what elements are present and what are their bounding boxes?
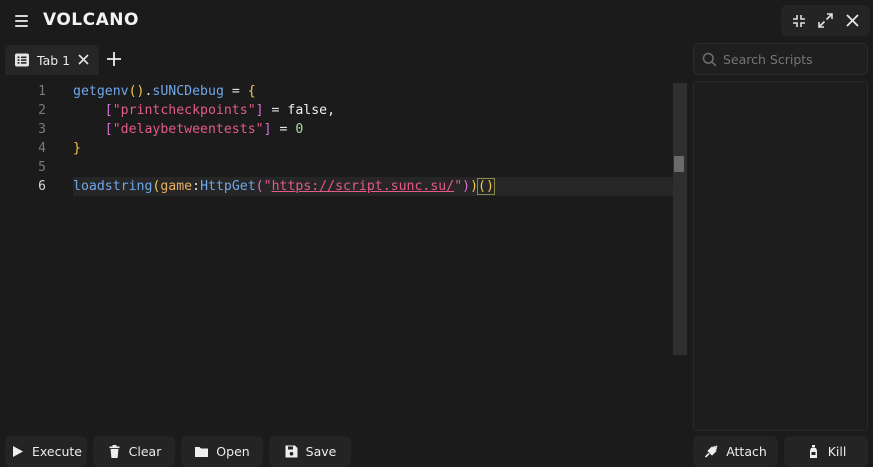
code-token: ,	[327, 103, 336, 118]
editor-scrollbar[interactable]	[673, 83, 687, 355]
search-icon	[702, 52, 717, 66]
code-token: ]	[255, 103, 264, 118]
search-box[interactable]	[693, 43, 868, 75]
code-token: ]	[263, 122, 272, 137]
kill-button[interactable]: Kill	[784, 436, 868, 467]
play-icon	[13, 446, 23, 457]
add-tab-button[interactable]	[105, 50, 123, 68]
save-button[interactable]: Save	[269, 436, 351, 467]
line-number: 1	[38, 84, 46, 99]
plug-icon	[705, 445, 718, 458]
trash-icon	[109, 445, 120, 458]
code-line[interactable]	[73, 158, 673, 177]
attach-button[interactable]: Attach	[693, 436, 778, 467]
line-number: 6	[38, 179, 46, 194]
code-token: {	[247, 84, 256, 99]
line-number: 5	[38, 160, 46, 175]
code-token: =	[223, 84, 248, 99]
script-list[interactable]	[693, 81, 868, 431]
maximize-button[interactable]	[815, 10, 837, 32]
code-token: ()	[128, 84, 145, 99]
tab-close-icon[interactable]	[77, 53, 90, 66]
menu-icon-line	[14, 20, 28, 22]
clear-label: Clear	[128, 444, 162, 459]
code-token: [	[104, 122, 113, 137]
bottle-icon	[809, 445, 817, 458]
code-token: "printcheckpoints"	[112, 103, 256, 118]
line-number: 3	[38, 122, 46, 137]
code-line[interactable]: loadstring(game:HttpGet("https://script.…	[73, 177, 673, 196]
code-token: ()	[477, 178, 495, 195]
code-token: sUNCDebug	[152, 84, 224, 99]
code-token: "	[454, 179, 463, 194]
line-number-gutter: 1 2 3 4 5 6	[0, 82, 52, 196]
code-token: :	[192, 179, 201, 194]
bottom-toolbar: Execute Clear Open Save Attach Kill	[0, 436, 873, 467]
code-token: [	[104, 103, 113, 118]
code-token: getgenv	[73, 84, 129, 99]
attach-label: Attach	[726, 444, 767, 459]
folder-icon	[195, 447, 209, 457]
menu-icon-line	[14, 25, 28, 27]
code-area[interactable]: getgenv().sUNCDebug = { ["printcheckpoin…	[73, 82, 673, 196]
search-input[interactable]	[723, 51, 863, 67]
code-line[interactable]: ["printcheckpoints"] = false,	[73, 101, 673, 120]
open-button[interactable]: Open	[181, 436, 263, 467]
tab-label: Tab 1	[37, 52, 71, 68]
tab-1[interactable]: Tab 1	[5, 45, 99, 75]
menu-icon-line	[14, 15, 28, 17]
open-label: Open	[216, 444, 250, 459]
menu-button[interactable]	[8, 8, 34, 34]
code-token: (	[255, 179, 264, 194]
code-token: "	[263, 179, 272, 194]
code-line[interactable]: ["delaybetweentests"] = 0	[73, 120, 673, 139]
code-token: game	[160, 179, 193, 194]
minimize-button[interactable]	[788, 10, 810, 32]
kill-label: Kill	[827, 444, 847, 459]
code-token: =	[263, 103, 288, 118]
code-token: "delaybetweentests"	[112, 122, 264, 137]
line-number: 2	[38, 103, 46, 118]
clear-button[interactable]: Clear	[93, 436, 175, 467]
list-icon	[15, 53, 29, 67]
close-icon	[846, 14, 859, 27]
floppy-icon	[285, 445, 298, 458]
code-line[interactable]: getgenv().sUNCDebug = {	[73, 82, 673, 101]
code-token: HttpGet	[200, 179, 256, 194]
code-token: )	[470, 179, 479, 194]
code-token: =	[271, 122, 296, 137]
code-token: )	[462, 179, 471, 194]
script-sidebar	[693, 43, 868, 431]
code-editor[interactable]: 123456 getgenv().sUNCDebug = { ["printch…	[0, 78, 690, 428]
save-label: Save	[305, 444, 337, 459]
window-controls	[781, 5, 870, 36]
execute-button[interactable]: Execute	[5, 436, 87, 467]
code-token: https://script.sunc.su/	[271, 179, 455, 194]
code-token: }	[73, 141, 81, 156]
code-token: false	[287, 103, 328, 118]
close-button[interactable]	[842, 10, 864, 32]
maximize-icon	[818, 13, 833, 28]
line-number: 4	[38, 141, 46, 156]
title-bar: VOLCANO	[0, 0, 873, 42]
code-token: 0	[295, 122, 304, 137]
code-line[interactable]: }	[73, 139, 673, 158]
execute-label: Execute	[32, 444, 82, 459]
minimize-icon	[792, 14, 805, 27]
app-title: VOLCANO	[43, 10, 139, 30]
code-token: loadstring	[73, 179, 153, 194]
scrollbar-thumb[interactable]	[674, 156, 684, 172]
tab-bar: Tab 1	[0, 42, 690, 76]
